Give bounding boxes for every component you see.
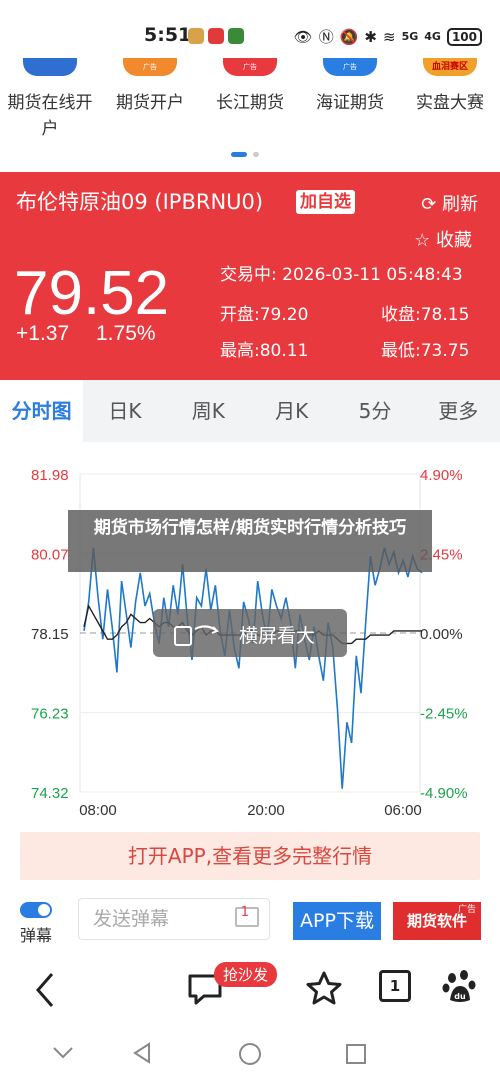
eye-icon: 👁	[293, 27, 313, 46]
trade-status: 交易中: 2026-03-11 05:48:43	[220, 265, 463, 285]
clock: 5:51	[144, 24, 192, 46]
y-tick-label-right: -4.90%	[420, 785, 468, 802]
bluetooth-icon: ✱	[364, 27, 377, 46]
open-price: 开盘:79.20	[220, 305, 309, 325]
shortcut-label: 长江期货	[216, 93, 284, 113]
shortcut-item[interactable]: 血泪赛区 实盘大赛	[400, 58, 500, 116]
app-notification-icon	[228, 28, 244, 44]
y-tick-label-left: 81.98	[31, 467, 69, 484]
y-tick-label-left: 76.23	[31, 706, 69, 723]
baidu-paw-icon[interactable]: du	[442, 968, 478, 1006]
carousel-dots	[231, 152, 259, 157]
tabs-count-button[interactable]: 1	[379, 970, 411, 1002]
status-bar: 5:51 👁 Ⓝ 🔕 ✱ ≋ 5G 4G 100	[0, 0, 500, 64]
x-tick-label: 20:00	[247, 802, 285, 819]
price-series-line	[83, 547, 423, 789]
danmaku-toggle-label: 弹幕	[20, 926, 53, 945]
refresh-button[interactable]: ⟳ 刷新	[421, 190, 478, 216]
danmaku-toggle[interactable]	[20, 902, 52, 918]
danmaku-count: 1	[240, 905, 249, 920]
danmaku-bar: 弹幕 发送弹幕 1 APP下载 期货软件 广告	[0, 892, 500, 950]
rotate-icon	[174, 625, 219, 646]
y-tick-label-right: 0.00%	[420, 626, 463, 643]
favorite-button[interactable]: ☆ 收藏	[414, 226, 472, 252]
nav-back-icon[interactable]	[132, 1042, 152, 1064]
svg-text:du: du	[454, 992, 466, 1001]
wifi-icon: ≋	[382, 27, 396, 46]
tab-5min[interactable]: 5分	[333, 380, 416, 442]
shortcut-label: 海证期货	[316, 93, 384, 113]
star-favorite-icon[interactable]	[305, 970, 343, 1008]
add-watchlist-button[interactable]: 加自选	[296, 190, 355, 214]
system-icons: 👁 Ⓝ 🔕 ✱ ≋ 5G 4G 100	[294, 26, 482, 47]
tab-monthly[interactable]: 月K	[250, 380, 333, 442]
system-nav-bar	[0, 1026, 500, 1083]
shortcut-label: 实盘大赛	[416, 93, 484, 113]
shortcut-thumb: 广告	[323, 58, 377, 76]
nfc-icon: Ⓝ	[318, 28, 334, 46]
landscape-label: 横屏看大	[239, 625, 316, 647]
signal-5g-icon: 5G	[401, 30, 419, 43]
shortcut-thumb: 血泪赛区	[423, 58, 477, 76]
tab-weekly[interactable]: 周K	[167, 380, 250, 442]
nav-recents-icon[interactable]	[345, 1043, 367, 1065]
landscape-button[interactable]: 横屏看大	[153, 609, 347, 657]
favorite-label: 收藏	[436, 230, 472, 251]
carousel-dot-active	[231, 152, 247, 157]
notification-icons	[188, 28, 244, 44]
carousel-dot	[253, 152, 259, 157]
back-icon[interactable]	[30, 970, 60, 1010]
ad-tag: 广告	[458, 905, 477, 915]
shortcut-thumb	[23, 58, 77, 76]
sofa-badge[interactable]: 抢沙发	[214, 962, 278, 987]
tab-intraday[interactable]: 分时图	[0, 380, 84, 442]
star-icon: ☆	[414, 230, 436, 251]
tab-more[interactable]: 更多	[417, 380, 500, 442]
open-app-banner[interactable]: 打开APP,查看更多完整行情	[20, 832, 480, 880]
nav-down-icon[interactable]	[52, 1046, 74, 1060]
y-tick-label-left: 74.32	[31, 785, 69, 802]
app-download-button[interactable]: APP下载	[293, 902, 381, 940]
y-tick-label-right: 4.90%	[420, 467, 463, 484]
danmaku-input[interactable]: 发送弹幕 1	[78, 898, 270, 940]
high-price: 最高:80.11	[220, 341, 309, 361]
low-price: 最低:73.75	[381, 341, 470, 361]
prev-close-price: 收盘:78.15	[381, 305, 470, 325]
app-notification-icon	[188, 28, 204, 44]
refresh-icon: ⟳	[421, 194, 442, 215]
chart-tabs: 分时图 日K 周K 月K 5分 更多	[0, 380, 500, 442]
last-price: 79.52	[14, 259, 170, 328]
battery-icon: 100	[446, 27, 482, 46]
shortcut-item[interactable]: 广告 期货开户	[100, 58, 200, 116]
article-title-overlay: 期货市场行情怎样/期货实时行情分析技巧	[68, 510, 432, 572]
x-tick-label: 06:00	[384, 802, 422, 819]
instrument-name: 布伦特原油09 (IPBRNU0)	[16, 190, 264, 214]
danmaku-placeholder: 发送弹幕	[93, 908, 170, 930]
mute-icon: 🔕	[339, 27, 359, 46]
y-tick-label-right: -2.45%	[420, 706, 468, 723]
app-notification-icon	[208, 28, 224, 44]
quote-panel: 布伦特原油09 (IPBRNU0) 加自选 ⟳ 刷新 ☆ 收藏 79.52 +1…	[0, 172, 500, 380]
shortcut-label: 期货开户	[116, 93, 184, 113]
y-tick-label-left: 80.07	[31, 547, 69, 564]
shortcut-item[interactable]: 期货在线开户	[0, 58, 100, 142]
x-tick-label: 08:00	[79, 802, 117, 819]
shortcut-item[interactable]: 广告 海证期货	[300, 58, 400, 116]
price-change: +1.37	[16, 322, 70, 345]
shortcut-thumb: 广告	[123, 58, 177, 76]
bottom-toolbar: 抢沙发 1 du	[0, 954, 500, 1026]
shortcut-item[interactable]: 广告 长江期货	[200, 58, 300, 116]
refresh-label: 刷新	[442, 194, 478, 215]
y-tick-label-left: 78.15	[31, 626, 69, 643]
nav-home-icon[interactable]	[238, 1042, 262, 1066]
shortcut-thumb: 广告	[223, 58, 277, 76]
shortcut-label: 期货在线开户	[7, 93, 93, 139]
price-change-pct: 1.75%	[96, 322, 156, 345]
tab-daily[interactable]: 日K	[83, 380, 166, 442]
signal-4g-icon: 4G	[424, 30, 441, 43]
